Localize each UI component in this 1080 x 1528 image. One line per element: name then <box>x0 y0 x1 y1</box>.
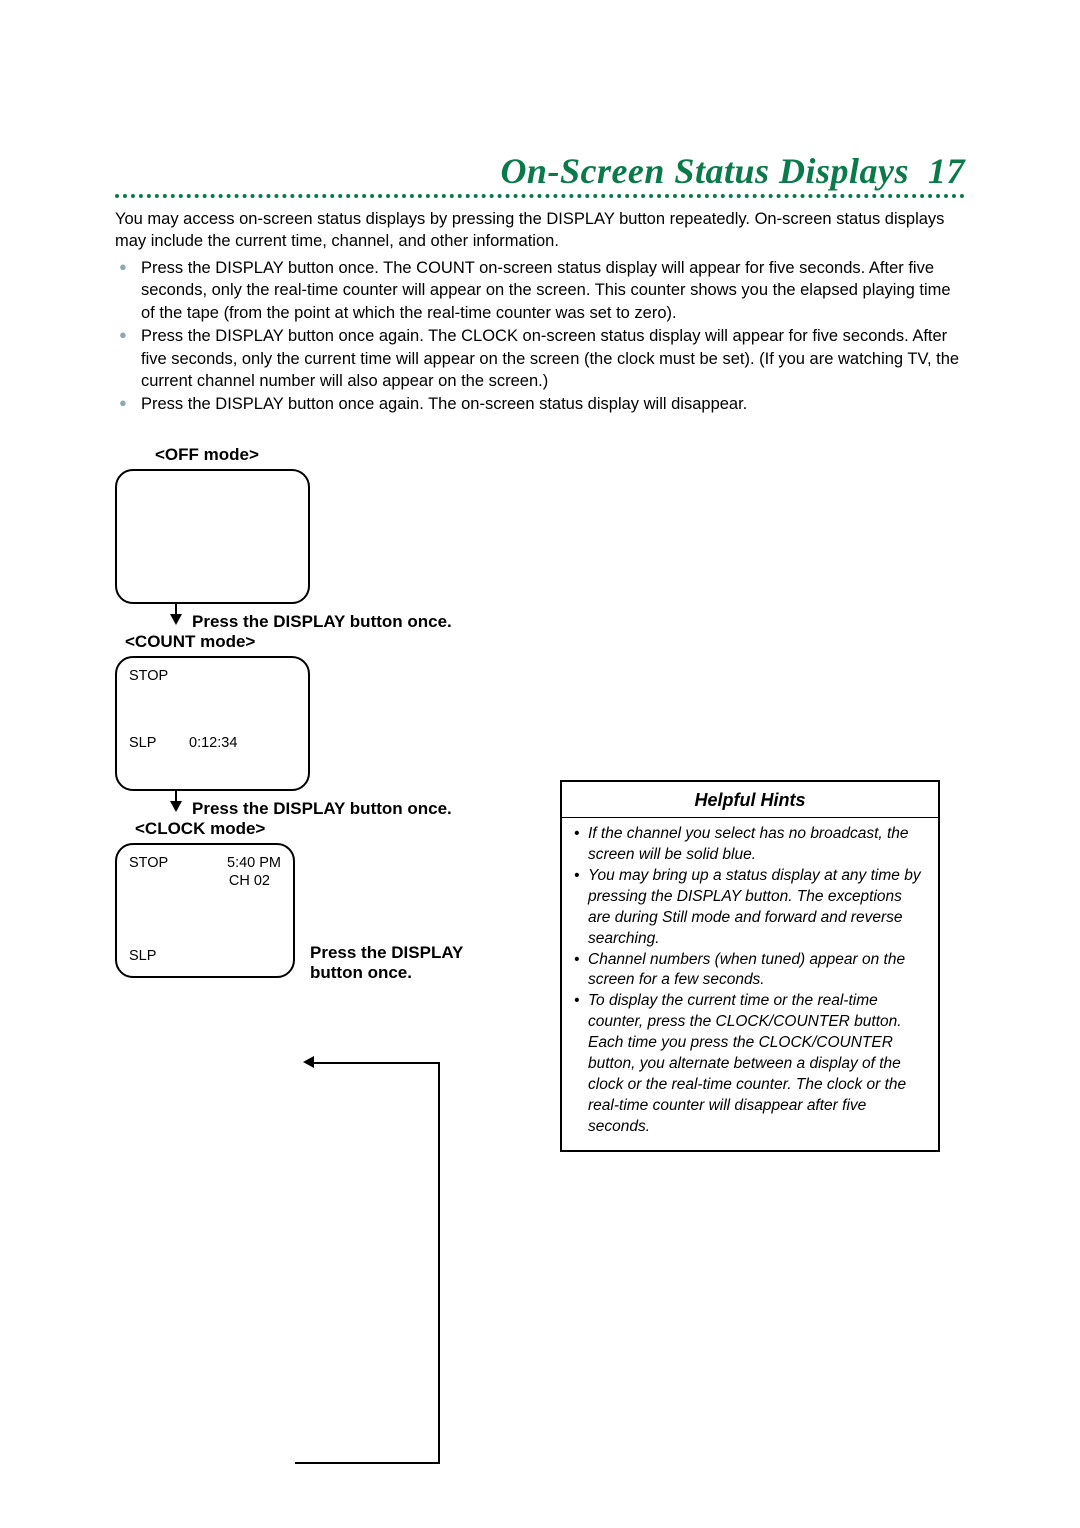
arrow-stem <box>175 604 177 614</box>
count-bottom-center: 0:12:34 <box>189 735 237 751</box>
arrow-stem <box>175 791 177 801</box>
page-number: 17 <box>928 151 965 191</box>
clock-mode-screen: STOP 5:40 PM CH 02 SLP <box>115 843 295 978</box>
page-title-row: On-Screen Status Displays 17 <box>115 150 965 192</box>
off-mode-screen <box>115 469 310 604</box>
hints-title: Helpful Hints <box>562 790 938 818</box>
intro-paragraph: You may access on-screen status displays… <box>115 208 965 253</box>
clock-top-left: STOP <box>129 855 168 871</box>
instructions-list: Press the DISPLAY button once. The COUNT… <box>115 257 965 416</box>
list-item: Channel numbers (when tuned) appear on t… <box>574 950 924 992</box>
page-title: On-Screen Status Displays <box>500 151 909 191</box>
arrow-down-icon <box>170 614 182 625</box>
press-label-2: Press the DISPLAY button once. <box>192 799 452 819</box>
count-bottom-left: SLP <box>129 735 156 751</box>
clock-mode-label: <CLOCK mode> <box>135 819 535 839</box>
list-item: Press the DISPLAY button once again. The… <box>133 393 965 416</box>
off-mode-label: <OFF mode> <box>155 445 535 465</box>
list-item: To display the current time or the real-… <box>574 991 924 1137</box>
clock-time: 5:40 PM <box>227 855 281 871</box>
count-mode-label: <COUNT mode> <box>125 632 535 652</box>
clock-bottom-left: SLP <box>129 948 156 964</box>
press-label-1: Press the DISPLAY button once. <box>192 612 452 632</box>
helpful-hints-box: Helpful Hints If the channel you select … <box>560 780 940 1152</box>
count-mode-screen: STOP SLP 0:12:34 <box>115 656 310 791</box>
arrow-down-icon <box>170 801 182 812</box>
title-divider <box>115 194 965 198</box>
press-label-3: Press the DISPLAY button once. <box>310 943 480 983</box>
list-item: Press the DISPLAY button once again. The… <box>133 325 965 393</box>
list-item: You may bring up a status display at any… <box>574 866 924 950</box>
list-item: If the channel you select has no broadca… <box>574 824 924 866</box>
mode-diagram: <OFF mode> Press the DISPLAY button once… <box>115 445 535 978</box>
list-item: Press the DISPLAY button once. The COUNT… <box>133 257 965 325</box>
page: On-Screen Status Displays 17 You may acc… <box>0 0 1080 1528</box>
clock-channel: CH 02 <box>229 873 270 889</box>
hints-list: If the channel you select has no broadca… <box>568 824 932 1138</box>
count-top-left: STOP <box>129 668 168 684</box>
